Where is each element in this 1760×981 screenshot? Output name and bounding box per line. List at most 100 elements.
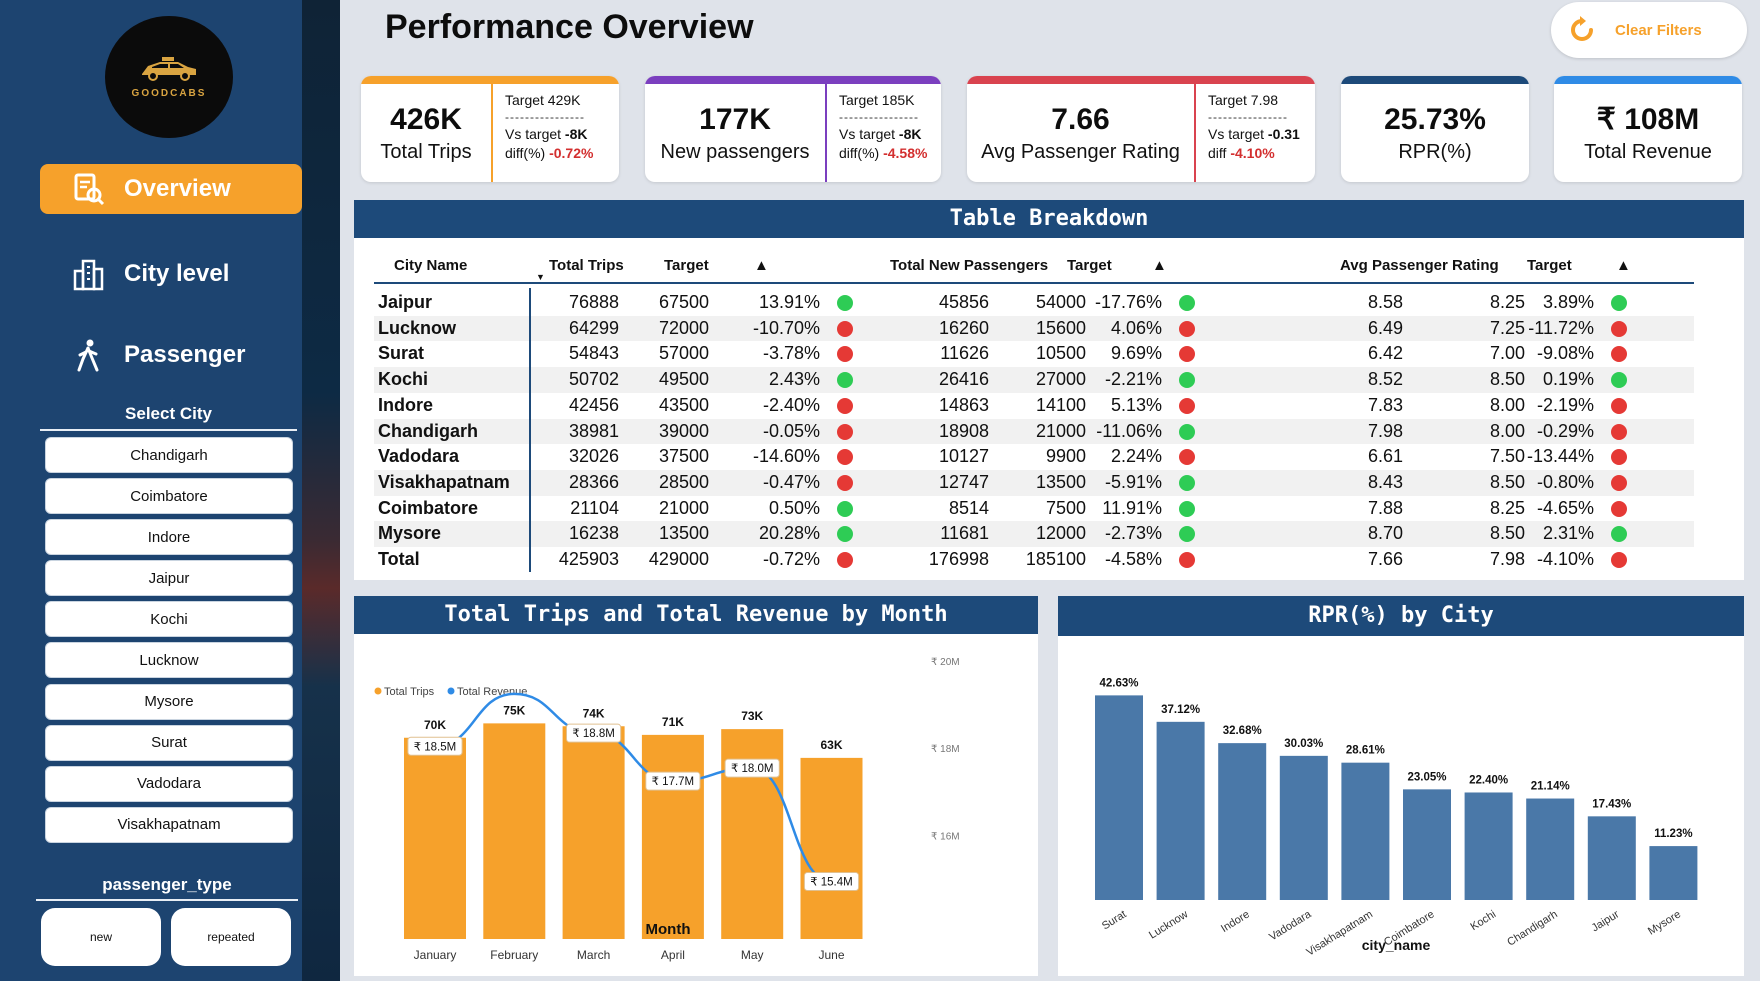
revenue-data-label: ₹ 15.4M: [810, 877, 852, 889]
table-row[interactable]: Vadodara 32026 37500 -14.60% 10127 9900 2.24% 6…: [374, 444, 1694, 470]
city-option[interactable]: Surat: [45, 724, 293, 761]
legend-marker-total-trips: [374, 687, 382, 695]
table-total-row[interactable]: Total 425903 429000 -0.72% 176998 185100 -4.58…: [374, 547, 1694, 573]
table-row[interactable]: Visakhapatnam 28366 28500 -0.47% 12747 13500-…: [374, 469, 1694, 496]
trips-target-cell: 39000: [658, 420, 709, 441]
column-header[interactable]: Avg Passenger Rating: [1340, 248, 1499, 282]
table-row[interactable]: Chandigarh 38981 39000 -0.05% 18908 21000 -11.…: [374, 418, 1694, 445]
table-row[interactable]: Coimbatore 21104 21000 0.50% 8514 7500 11.91% 7…: [374, 496, 1694, 522]
column-header[interactable]: ▲: [1616, 248, 1631, 282]
rating-cell: 8.70: [1367, 523, 1403, 544]
city-option[interactable]: Jaipur: [45, 560, 293, 597]
column-header[interactable]: Total New Passengers: [890, 248, 1048, 282]
rating-target-cell: 7.25: [1489, 317, 1525, 338]
city-name-cell: Jaipur: [378, 292, 433, 312]
rpr-data-label: 17.43%: [1592, 798, 1631, 810]
sort-descending-icon[interactable]: ▼: [536, 272, 545, 282]
status-indicator-red: [1179, 552, 1195, 568]
table-row[interactable]: Jaipur 76888 67500 13.91% 45856 54000 -17.76% 8…: [374, 290, 1694, 316]
rating-diff-cell: -4.10%: [1536, 549, 1594, 569]
city-name-cell: Lucknow: [378, 317, 457, 338]
status-indicator-green: [1179, 423, 1195, 440]
revenue-data-label: ₹ 17.7M: [652, 776, 694, 788]
reset-icon: [1571, 16, 1593, 41]
city-option[interactable]: Indore: [45, 519, 293, 556]
column-header[interactable]: ▲: [1152, 248, 1167, 282]
column-header[interactable]: Total Trips: [549, 248, 624, 282]
rating-target-cell: 8.25: [1489, 497, 1525, 518]
rating-target-cell: 8.50: [1489, 471, 1525, 492]
trips-cell: 38981: [568, 420, 619, 441]
newp-diff-cell: -2.21%: [1104, 369, 1162, 390]
rpr-bar: [1649, 846, 1698, 900]
nav-passenger[interactable]: Passenger: [40, 330, 302, 380]
city-option[interactable]: Chandigarh: [45, 437, 293, 473]
kpi-vs-value: -0.31: [1267, 126, 1300, 142]
rating-cell: 7.88: [1367, 497, 1403, 518]
column-header[interactable]: City Name: [394, 248, 467, 282]
column-header[interactable]: Target: [1067, 248, 1112, 282]
nav-city-level[interactable]: City level: [40, 249, 302, 299]
newp-cell: 10127: [938, 446, 989, 467]
city-option[interactable]: Kochi: [45, 601, 293, 638]
kpi-total-trips: 426K Total Trips Target 429K -----------…: [361, 76, 619, 182]
city-name-cell: Vadodara: [378, 446, 460, 467]
column-header[interactable]: ▲: [754, 248, 769, 282]
city-option[interactable]: Coimbatore: [45, 478, 293, 515]
kpi-target-panel: Target 7.98 ---------------- Vs target -…: [1194, 84, 1300, 182]
x-tick-label: Lucknow: [1147, 908, 1190, 941]
city-option[interactable]: Lucknow: [45, 642, 293, 679]
city-option[interactable]: Visakhapatnam: [45, 806, 293, 843]
kpi-vs-label: Vs target: [505, 126, 562, 142]
trips-cell: 21104: [570, 497, 619, 518]
status-indicator-green: [1611, 295, 1627, 311]
kpi-dash-separator: ----------------: [839, 110, 919, 124]
table-row[interactable]: Mysore 16238 13500 20.28% 11681 12000 -2.73% 8.…: [374, 521, 1694, 547]
clear-filters-label: Clear Filters: [1615, 21, 1702, 39]
kpi-diff-label: diff(%): [505, 145, 546, 161]
trips-data-label: 71K: [662, 715, 684, 729]
passenger-type-new-button[interactable]: new: [41, 908, 161, 966]
kpi-new-passengers: 177K New passengers Target 185K --------…: [645, 76, 941, 182]
trips-diff-cell: -2.40%: [762, 394, 820, 415]
x-tick-label: May: [741, 948, 764, 962]
status-indicator-green: [837, 372, 853, 389]
status-indicator-green: [1611, 526, 1627, 543]
newp-diff-cell: -17.76%: [1094, 292, 1162, 312]
table-row[interactable]: Surat 54843 57000 -3.78% 11626 10500 9.69% 6.42…: [374, 341, 1694, 367]
status-indicator-green: [1611, 372, 1627, 389]
passenger-type-repeated-button[interactable]: repeated: [171, 908, 291, 966]
kpi-accent-bar: [361, 76, 619, 84]
table-row[interactable]: Lucknow 64299 72000 -10.70% 16260 15600 4.06% 6…: [374, 315, 1694, 342]
status-indicator-red: [837, 474, 853, 491]
column-header[interactable]: Target: [664, 248, 709, 282]
divider: [36, 899, 298, 901]
x-tick-label: Surat: [1100, 908, 1129, 932]
rpr-chart-title: RPR(%) by City: [1058, 596, 1744, 636]
city-option[interactable]: Mysore: [45, 683, 293, 720]
revenue-data-label: ₹ 18.0M: [731, 763, 773, 775]
nav-city-level-label: City level: [124, 260, 230, 287]
nav-overview[interactable]: Overview: [40, 164, 302, 214]
x-tick-label: Vadodara: [1267, 908, 1314, 943]
kpi-target: Target 7.98: [1208, 92, 1279, 108]
rating-target-cell: 7.98: [1489, 549, 1525, 569]
newp-cell: 12747: [938, 471, 989, 492]
kpi-diff-label: diff(%): [839, 145, 880, 161]
table-row[interactable]: Indore 42456 43500 -2.40% 14863 14100 5.13% 7.8…: [374, 393, 1694, 419]
newp-diff-cell: 9.69%: [1110, 343, 1162, 364]
city-option[interactable]: Vadodara: [45, 765, 293, 802]
x-tick-label: June: [818, 948, 844, 962]
x-axis-label: city_name: [1362, 937, 1431, 953]
clear-filters-button[interactable]: Clear Filters: [1551, 2, 1747, 58]
rating-diff-cell: -4.65%: [1536, 497, 1594, 518]
trips-revenue-chart-title: Total Trips and Total Revenue by Month: [354, 596, 1038, 634]
table-row[interactable]: Kochi 50702 49500 2.43% 26416 27000 -2.21% 8.52…: [374, 367, 1694, 393]
trips-cell: 76888: [568, 292, 619, 312]
status-indicator-green: [837, 295, 853, 311]
newp-target-cell: 7500: [1045, 497, 1086, 518]
rating-target-cell: 8.00: [1489, 394, 1525, 415]
city-name-cell: Coimbatore: [378, 497, 479, 518]
status-indicator-red: [1611, 423, 1627, 440]
column-header[interactable]: Target: [1527, 248, 1572, 282]
